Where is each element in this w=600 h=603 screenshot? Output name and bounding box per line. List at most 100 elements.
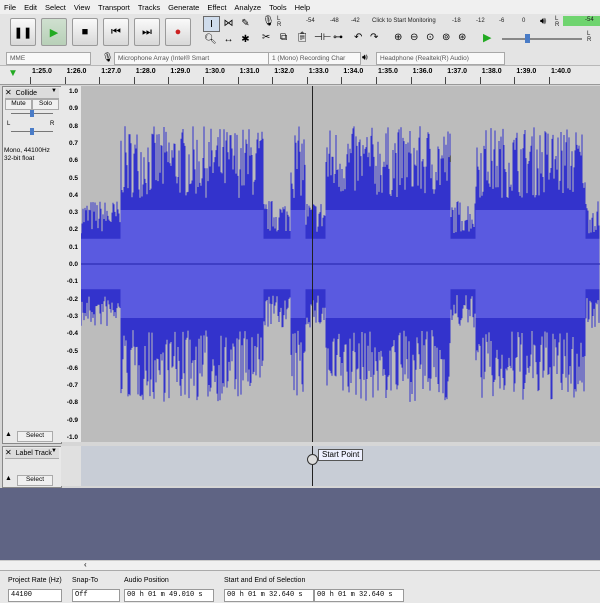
pause-button[interactable]: ❚❚	[10, 18, 36, 46]
amplitude-tick-label: 1.0	[68, 88, 78, 95]
timeshift-tool[interactable]: ↔	[221, 32, 236, 46]
recording-channels-select[interactable]: 1 (Mono) Recording Char	[268, 52, 361, 65]
timeline-tick-label: 1:32.0	[274, 68, 295, 75]
project-rate-select[interactable]: 44100	[8, 589, 62, 602]
play-meter[interactable]: -54	[563, 16, 600, 26]
draw-tool[interactable]: ✎	[238, 16, 253, 30]
menu-item-analyze[interactable]: Analyze	[230, 3, 265, 12]
play-button[interactable]: ▶	[41, 18, 67, 46]
amplitude-tick-label: -0.6	[66, 364, 78, 372]
play-meter-lr: LR	[555, 16, 560, 28]
redo-icon[interactable]: ↷	[370, 32, 378, 43]
selection-tool[interactable]: I	[203, 16, 220, 32]
zoom-toggle-icon[interactable]: ⊛	[458, 32, 466, 43]
toolbar: ❚❚ ▶ ■ ⏮ ⏭ ● I ⋈ ✎ 🔍︎ ↔ ✱ 🎙︎ LR -54 -48 …	[0, 14, 600, 51]
fit-selection-icon[interactable]: ⊙	[426, 32, 434, 43]
dropdown-icon[interactable]: ▼	[51, 448, 57, 454]
record-button[interactable]: ●	[165, 18, 191, 46]
snap-to-select[interactable]: Off	[72, 589, 120, 602]
timeline-tick	[30, 77, 31, 84]
envelope-tool[interactable]: ⋈	[221, 16, 236, 30]
track-select-button[interactable]: Select	[17, 431, 53, 442]
multi-tool[interactable]: ✱	[238, 32, 253, 46]
timeline-tick	[410, 77, 412, 84]
collapse-icon[interactable]: ▲	[5, 475, 12, 482]
waveform	[81, 126, 600, 402]
label-track-title-bar[interactable]: ✕ Label Track ▼	[5, 448, 59, 459]
selection-end-value[interactable]: 00 h 01 m 32.640 s	[314, 589, 404, 602]
track-title-bar[interactable]: ✕ Collide ▼	[5, 88, 59, 99]
rec-meter-lr-small: LR	[587, 31, 592, 43]
label-anchor-icon[interactable]	[307, 454, 318, 465]
menu-item-transport[interactable]: Transport	[94, 3, 134, 12]
amplitude-tick-label: 0.2	[68, 226, 78, 234]
label-track-select-button[interactable]: Select	[17, 475, 53, 486]
menu-item-file[interactable]: File	[0, 3, 20, 12]
copy-icon[interactable]: ⧉	[280, 32, 287, 43]
recording-device-select[interactable]: Microphone Array (Intel® Smart	[114, 52, 269, 65]
microphone-icon[interactable]: 🎙︎	[262, 16, 275, 27]
amplitude-tick-label: -0.1	[66, 278, 78, 286]
menu-item-effect[interactable]: Effect	[203, 3, 230, 12]
paste-icon[interactable]: 📋︎	[296, 32, 309, 43]
zoom-out-icon[interactable]: ⊖	[410, 32, 418, 43]
label-track-area[interactable]: Start Point	[81, 446, 600, 486]
undo-icon[interactable]: ↶	[354, 32, 362, 43]
dropdown-icon[interactable]: ▼	[51, 88, 57, 94]
trim-icon[interactable]: ⊣⊢	[314, 32, 331, 43]
playback-device-select[interactable]: Headphone (Realtek(R) Audio)	[376, 52, 505, 65]
audio-host-select[interactable]: MME	[6, 52, 91, 65]
amplitude-tick-label: 0.6	[68, 157, 78, 165]
close-icon[interactable]: ✕	[5, 88, 12, 97]
ibeam-icon: I	[210, 18, 213, 30]
skip-start-icon: ⏮	[111, 25, 121, 38]
zoom-tool[interactable]: 🔍︎	[203, 32, 218, 46]
menu-item-help[interactable]: Help	[291, 3, 314, 12]
fit-project-icon[interactable]: ⊚	[442, 32, 450, 43]
empty-track-area[interactable]	[0, 488, 600, 560]
cut-icon[interactable]: ✂	[262, 32, 270, 43]
stop-button[interactable]: ■	[72, 18, 98, 46]
timeline-tick-label: 1:36.0	[412, 68, 433, 75]
gain-thumb[interactable]	[30, 110, 34, 117]
pan-thumb[interactable]	[30, 128, 34, 135]
track-name[interactable]: Collide	[16, 90, 37, 97]
amplitude-ruler[interactable]: 1.0 0.9 0.8 0.7 0.6 0.5 0.4 0.3 0.2 0.1 0.0 -0.1 -0.…	[61, 86, 81, 442]
selection-start-value[interactable]: 00 h 01 m 32.640 s	[224, 589, 314, 602]
solo-button[interactable]: Solo	[32, 99, 59, 110]
track-bit-depth-info: 32-bit float	[4, 155, 35, 162]
scroll-left-icon[interactable]: ‹	[84, 560, 87, 569]
silence-icon[interactable]: ⊶	[333, 32, 343, 43]
menu-item-edit[interactable]: Edit	[20, 3, 41, 12]
skip-start-button[interactable]: ⏮	[103, 18, 129, 46]
close-icon[interactable]: ✕	[5, 448, 12, 457]
snap-to-label: Snap-To	[72, 577, 99, 584]
label-track-name[interactable]: Label Track	[16, 450, 52, 457]
skip-end-button[interactable]: ⏭	[134, 18, 160, 46]
speaker-icon[interactable]: 🔊︎	[540, 16, 546, 27]
audio-position-value[interactable]: 00 h 01 m 49.010 s	[124, 589, 214, 602]
menu-item-tools[interactable]: Tools	[265, 3, 291, 12]
menu-bar: File Edit Select View Transport Tracks Generat…	[0, 0, 600, 14]
amplitude-tick-label: -0.2	[66, 295, 78, 303]
play-at-speed-icon[interactable]: ▶	[483, 31, 491, 44]
menu-item-view[interactable]: View	[70, 3, 94, 12]
menu-item-select[interactable]: Select	[41, 3, 70, 12]
zoom-in-icon[interactable]: ⊕	[394, 32, 402, 43]
pinned-play-head-icon[interactable]: ▼	[8, 68, 18, 79]
play-speed-thumb[interactable]	[525, 34, 530, 43]
waveform-area[interactable]: I	[81, 86, 600, 442]
label-track-control-panel: ✕ Label Track ▼ ▲ Select	[2, 446, 62, 488]
label-text[interactable]: Start Point	[318, 449, 364, 461]
amplitude-tick-label: -0.7	[66, 382, 78, 390]
play-speed-slider[interactable]	[502, 38, 582, 40]
record-meter-lr: LR	[277, 16, 282, 28]
monitor-label[interactable]: Click to Start Monitoring	[372, 18, 436, 24]
timeline-tick-label: 1:37.0	[447, 68, 468, 75]
collapse-icon[interactable]: ▲	[5, 431, 12, 438]
menu-item-tracks[interactable]: Tracks	[134, 3, 164, 12]
mute-button[interactable]: Mute	[5, 99, 32, 110]
timeline-ruler[interactable]: ▼ 1:25.0 1:26.0 1:27.0 1:28.0 1:29.0 1:30.0 1:…	[0, 66, 600, 85]
menu-item-generate[interactable]: Generate	[164, 3, 203, 12]
timeline-tick-label: 1:40.0	[551, 68, 571, 75]
